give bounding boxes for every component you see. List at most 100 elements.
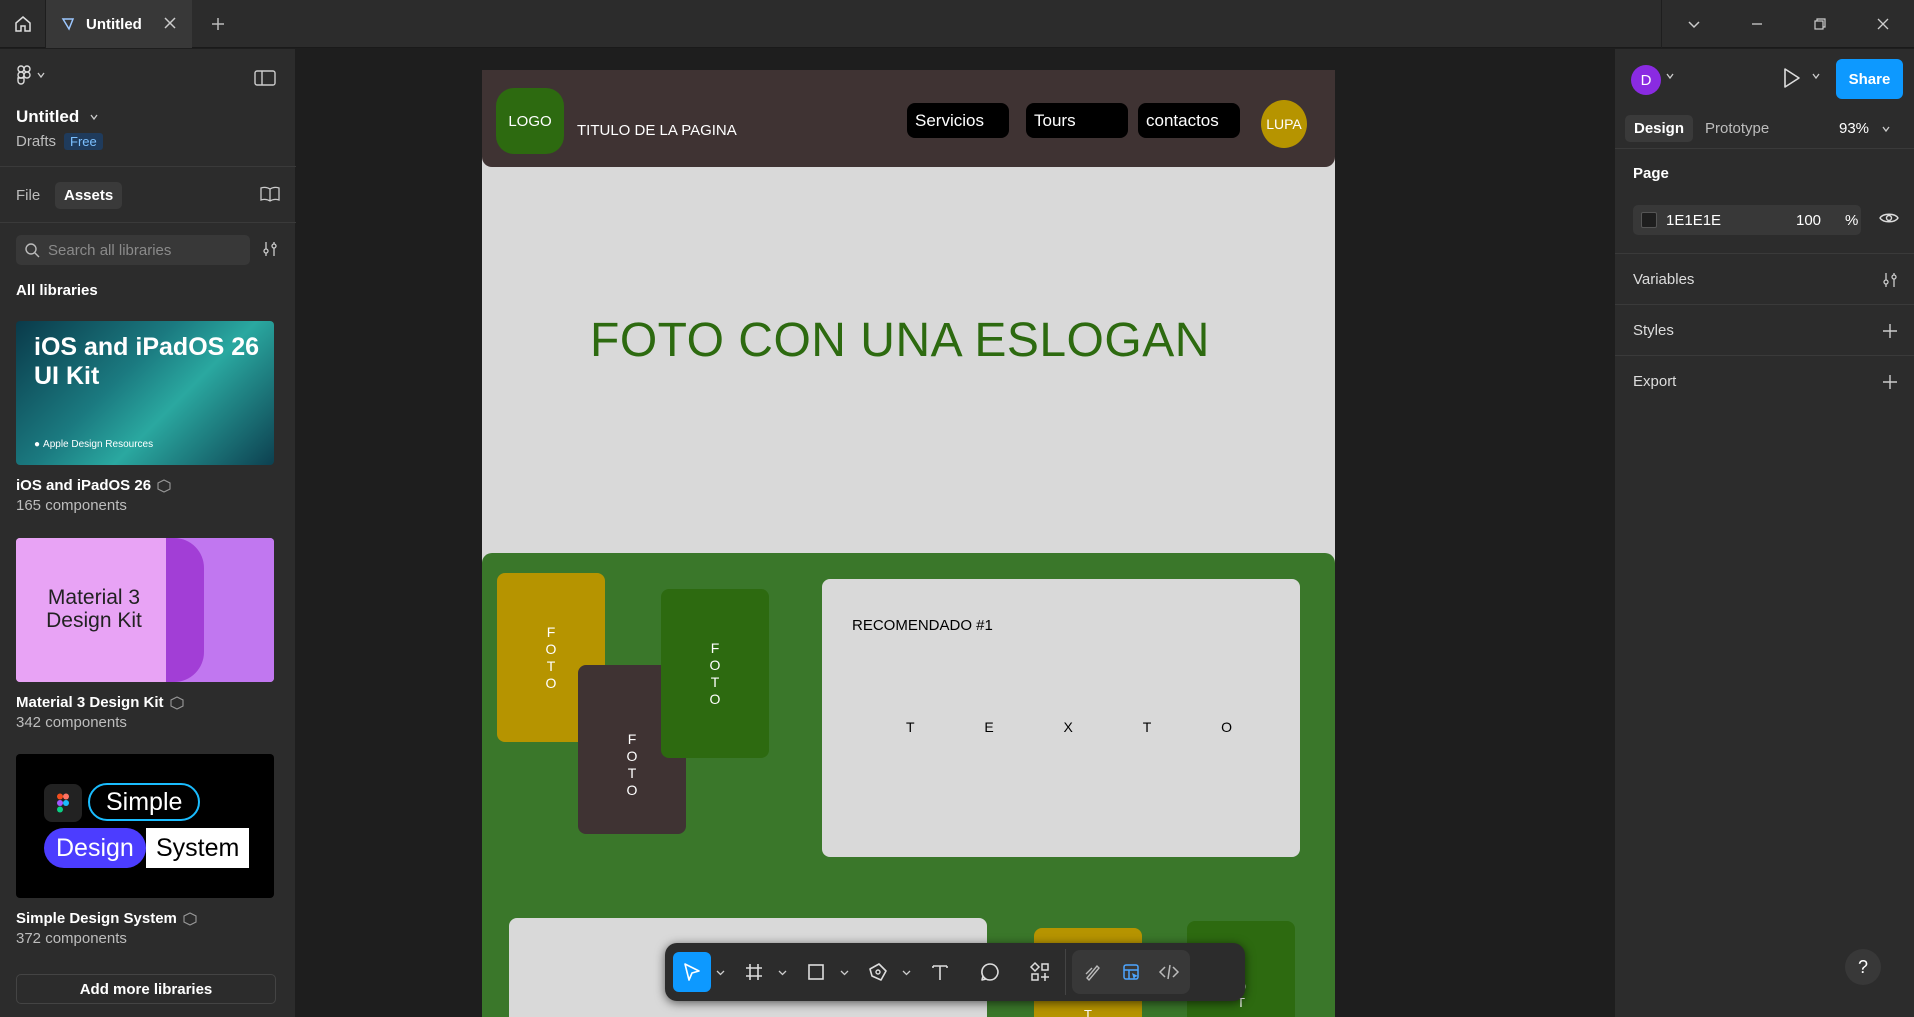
mockup-photo-3[interactable]: FOTO — [661, 589, 769, 758]
location-label[interactable]: Drafts — [16, 133, 56, 150]
mockup-recommended-card[interactable]: RECOMENDADO #1 T E X T O — [822, 579, 1300, 857]
tab-assets[interactable]: Assets — [55, 182, 123, 209]
mockup-logo[interactable]: LOGO — [496, 88, 564, 154]
dev-mode-button[interactable] — [1150, 952, 1188, 992]
add-export-plus-icon[interactable] — [1881, 373, 1899, 391]
page-color-swatch[interactable] — [1641, 212, 1657, 228]
left-panel-tabs: File Assets — [0, 167, 296, 223]
mockup-search-button[interactable]: LUPA — [1261, 100, 1307, 148]
sidebar-toggle-icon[interactable] — [254, 69, 276, 87]
text-letter: T — [1142, 719, 1152, 735]
page-color-value[interactable]: 1E1E1E — [1666, 212, 1721, 229]
design-canvas[interactable]: LOGO TITULO DE LA PAGINA Servicios Tours… — [297, 49, 1613, 1017]
close-tab-icon[interactable] — [162, 15, 178, 31]
library-count: 342 components — [16, 714, 127, 731]
ios-thumb-footer: Apple Design Resources — [43, 439, 154, 450]
library-card-simple[interactable]: Simple Design System Simple Design Syste… — [16, 754, 276, 947]
shape-tool-button[interactable] — [797, 952, 835, 992]
move-tool-button[interactable] — [673, 952, 711, 992]
file-name: Untitled — [16, 107, 80, 126]
styles-section-title: Styles — [1633, 322, 1674, 339]
figma-app: Untitled Untitled Drafts Free File Asset… — [0, 0, 1914, 1017]
file-name-button[interactable]: Untitled — [16, 107, 99, 127]
material-thumb-line1: Material 3 — [47, 586, 141, 609]
restore-button[interactable] — [1788, 0, 1851, 48]
add-more-libraries-button[interactable]: Add more libraries — [16, 974, 276, 1004]
text-tool-button[interactable] — [921, 952, 959, 992]
library-card-material[interactable]: Material 3 Design Kit Material 3 Design … — [16, 538, 276, 731]
comment-tool-button[interactable] — [971, 952, 1009, 992]
minimize-button[interactable] — [1725, 0, 1788, 48]
ios-library-thumbnail: iOS and iPadOS 26 UI Kit ● Apple Design … — [16, 321, 274, 465]
home-button[interactable] — [0, 0, 46, 48]
simple-thumb-word1: Simple — [88, 783, 201, 821]
web-page-frame[interactable]: LOGO TITULO DE LA PAGINA Servicios Tours… — [482, 70, 1335, 1017]
mockup-page-title[interactable]: TITULO DE LA PAGINA — [577, 122, 737, 139]
chevron-down-icon — [778, 970, 786, 975]
chevron-down-icon[interactable] — [1811, 71, 1821, 81]
pen-tool-menu[interactable] — [897, 952, 915, 992]
page-background-field[interactable]: 1E1E1E 100 % — [1633, 205, 1861, 235]
library-book-icon[interactable] — [260, 185, 280, 203]
main-menu-button[interactable] — [16, 65, 46, 85]
plan-badge: Free — [64, 133, 103, 150]
library-search[interactable] — [16, 235, 250, 265]
draw-mode-button[interactable] — [1074, 952, 1112, 992]
variables-section-title[interactable]: Variables — [1633, 271, 1694, 288]
chevron-down-icon[interactable] — [1665, 71, 1675, 81]
photo-label: FOTO — [545, 623, 557, 691]
chevron-down-icon — [902, 970, 910, 975]
left-panel: Untitled Drafts Free File Assets All lib… — [0, 49, 296, 1017]
actions-icon — [1029, 961, 1049, 981]
pen-tool-button[interactable] — [859, 952, 897, 992]
material-thumb-line2: Design Kit — [46, 609, 142, 632]
present-play-icon[interactable] — [1780, 66, 1802, 90]
divider — [1615, 355, 1914, 356]
tabs-dropdown-button[interactable] — [1662, 0, 1725, 48]
export-section-title: Export — [1633, 373, 1677, 390]
avatar[interactable]: D — [1631, 65, 1661, 95]
ios-thumb-line1: iOS and iPadOS 26 — [34, 333, 260, 361]
library-card-ios[interactable]: iOS and iPadOS 26 UI Kit ● Apple Design … — [16, 321, 276, 514]
draw-icon — [1085, 964, 1100, 982]
chevron-down-icon — [37, 72, 45, 79]
file-info: Untitled Drafts Free — [0, 49, 296, 167]
photo-label: FOTO — [709, 639, 721, 707]
share-button[interactable]: Share — [1836, 59, 1903, 99]
restore-icon — [1813, 18, 1826, 30]
apple-logo-icon: ● — [34, 439, 41, 450]
file-tab[interactable]: Untitled — [46, 0, 192, 48]
mockup-nav-servicios[interactable]: Servicios — [907, 103, 1009, 138]
tab-design[interactable]: Design — [1625, 115, 1694, 142]
minimize-icon — [1751, 23, 1762, 25]
mockup-nav-contactos[interactable]: contactos — [1138, 103, 1240, 138]
design-mode-button[interactable] — [1112, 952, 1150, 992]
page-opacity-unit: % — [1845, 212, 1859, 229]
page-opacity-value[interactable]: 100 — [1796, 212, 1821, 229]
zoom-dropdown[interactable]: 93% — [1839, 120, 1891, 137]
library-name: iOS and iPadOS 26 — [16, 477, 152, 494]
chevron-down-icon — [90, 114, 98, 121]
frame-tool-menu[interactable] — [773, 952, 791, 992]
close-window-button[interactable] — [1851, 0, 1914, 48]
add-style-plus-icon[interactable] — [1881, 322, 1899, 340]
filter-settings-icon[interactable] — [261, 240, 279, 258]
mockup-nav-tours[interactable]: Tours — [1026, 103, 1128, 138]
recommended-title: RECOMENDADO #1 — [852, 617, 993, 634]
search-input[interactable] — [48, 241, 248, 259]
help-button[interactable]: ? — [1845, 949, 1881, 985]
tab-file[interactable]: File — [7, 182, 49, 209]
variables-settings-icon[interactable] — [1881, 271, 1899, 289]
library-name: Simple Design System — [16, 910, 177, 927]
mockup-slogan[interactable]: FOTO CON UNA ESLOGAN — [590, 313, 1210, 368]
actions-tool-button[interactable] — [1021, 952, 1059, 992]
shape-tool-menu[interactable] — [835, 952, 853, 992]
new-tab-button[interactable] — [206, 12, 230, 36]
mockup-header[interactable]: LOGO TITULO DE LA PAGINA Servicios Tours… — [482, 70, 1335, 167]
move-tool-menu[interactable] — [711, 952, 729, 992]
design-mode-icon — [1123, 964, 1139, 980]
tab-prototype[interactable]: Prototype — [1696, 115, 1778, 142]
eye-visibility-icon[interactable] — [1879, 211, 1899, 225]
frame-tool-button[interactable] — [735, 952, 773, 992]
chevron-down-icon — [1687, 21, 1700, 29]
